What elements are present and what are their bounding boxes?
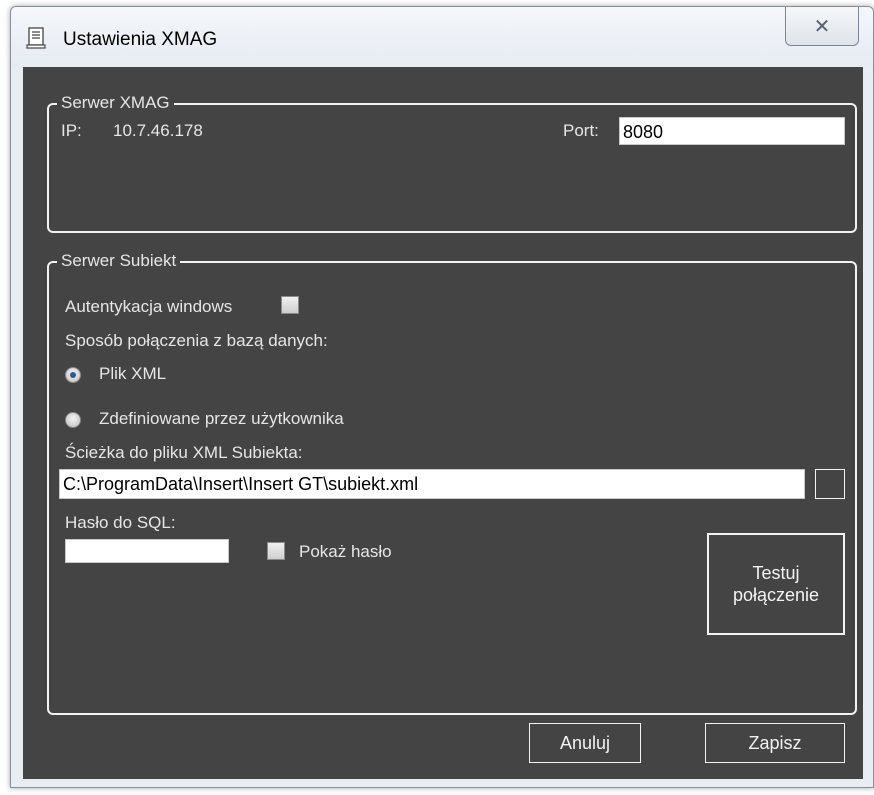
sql-password-label: Hasło do SQL:: [65, 513, 176, 532]
radio-xml-label[interactable]: Plik XML: [99, 364, 166, 384]
radio-user-label[interactable]: Zdefiniowane przez użytkownika: [99, 409, 344, 429]
ip-value: 10.7.46.178: [113, 121, 203, 140]
window-title: Ustawienia XMAG: [63, 29, 218, 50]
xmag-group-legend: Serwer XMAG: [57, 93, 174, 113]
show-password-label[interactable]: Pokaż hasło: [299, 542, 392, 562]
test-connection-button[interactable]: Testuj połączenie: [707, 533, 845, 635]
save-button[interactable]: Zapisz: [705, 723, 845, 763]
test-button-line1: Testuj: [752, 563, 800, 583]
test-button-line2: połączenie: [732, 585, 820, 605]
radio-xml-file[interactable]: [65, 367, 81, 383]
port-input[interactable]: 8080: [619, 117, 845, 145]
close-icon: ✕: [813, 15, 831, 38]
xmag-server-group: Serwer XMAG IP: 10.7.46.178 Port: 8080: [47, 93, 857, 233]
show-password-checkbox[interactable]: [267, 542, 285, 560]
subiekt-group-legend: Serwer Subiekt: [57, 251, 181, 271]
title-bar[interactable]: Ustawienia XMAG ✕: [11, 7, 873, 67]
browse-button[interactable]: [815, 469, 845, 499]
cancel-button[interactable]: Anuluj: [529, 723, 641, 763]
app-icon: [26, 27, 46, 49]
radio-user-defined[interactable]: [65, 412, 81, 428]
connection-method-label: Sposób połączenia z bazą danych:: [65, 331, 328, 350]
windows-auth-label: Autentykacja windows: [65, 297, 233, 316]
subiekt-server-group: Serwer Subiekt Autentykacja windows Spos…: [47, 251, 857, 715]
sql-password-input[interactable]: [65, 539, 229, 563]
dialog-body: Serwer XMAG IP: 10.7.46.178 Port: 8080 S…: [23, 67, 863, 779]
ip-label: IP:: [61, 121, 82, 140]
xml-path-label: Ścieżka do pliku XML Subiekta:: [65, 443, 303, 462]
windows-auth-checkbox[interactable]: [281, 296, 299, 314]
settings-window: Ustawienia XMAG ✕ Serwer XMAG IP: 10.7.4…: [10, 6, 874, 788]
port-label: Port:: [563, 121, 599, 140]
close-button[interactable]: ✕: [785, 7, 859, 46]
xml-path-input[interactable]: C:\ProgramData\Insert\Insert GT\subiekt.…: [59, 469, 805, 499]
